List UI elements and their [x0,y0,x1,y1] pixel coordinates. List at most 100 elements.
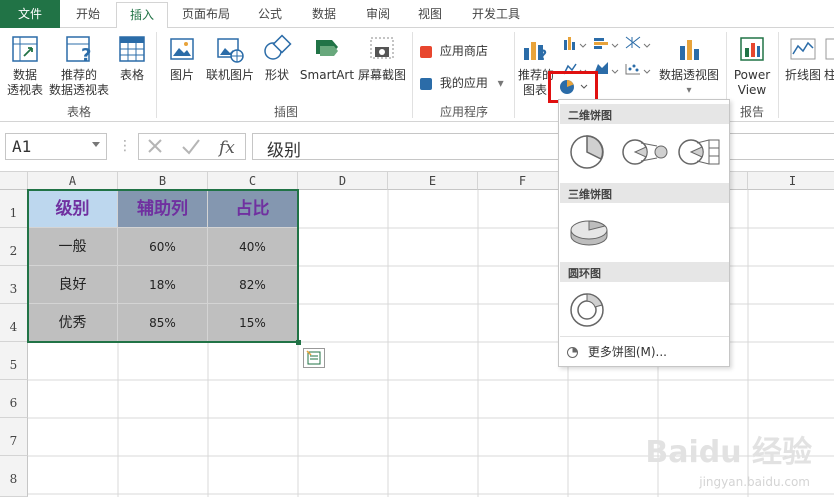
cell-c1[interactable]: 占比 [208,190,298,228]
group-reports-label: 报告 [739,105,764,119]
donut-option[interactable] [567,290,607,330]
recommended-pivot-label: 推荐的 数据透视表 [48,68,109,97]
column-sparkline-label: 柱 [824,68,834,82]
tab-review[interactable]: 审阅 [352,0,404,28]
column-header-d[interactable]: D [298,172,388,190]
row-header-2[interactable]: 2 [0,228,28,266]
quick-analysis-button[interactable] [303,348,325,368]
cell-a4[interactable]: 优秀 [28,304,118,342]
column-header-e[interactable]: E [388,172,478,190]
my-apps-button[interactable]: 我的应用 ▾ [420,74,504,91]
smartart-label: SmartArt [299,68,355,82]
screenshot-label: 屏幕截图 [357,68,406,82]
shapes-button[interactable]: 形状 [260,34,294,83]
column-chart-icon [564,37,587,50]
row-header-3[interactable]: 3 [0,266,28,304]
more-pie-charts-label: 更多饼图(M)... [587,345,667,359]
more-pie-charts-item[interactable]: 更多饼图(M)... [567,343,667,360]
group-separator [412,32,413,118]
column-header-a[interactable]: A [28,172,118,190]
chevron-down-icon: ▾ [497,76,504,90]
row-header-6[interactable]: 6 [0,380,28,418]
column-header-i[interactable]: I [748,172,834,190]
table-button[interactable]: 表格 [114,34,150,83]
line-sparkline-button[interactable]: 折线图 [782,34,824,83]
pie-2d-option[interactable] [567,132,607,172]
row-header-5[interactable]: 5 [0,342,28,380]
insert-function-icon[interactable]: fx [217,138,235,158]
smartart-button[interactable]: SmartArt [298,34,356,83]
formula-input[interactable]: 级别 [252,133,834,161]
picture-icon [170,38,194,60]
pivot-table-button[interactable]: 数据 透视表 [4,34,46,98]
row-header-8[interactable]: 8 [0,456,28,497]
group-separator [514,32,515,118]
power-view-icon [740,37,764,61]
row-header-1[interactable]: 1 [0,190,28,228]
column-header-f[interactable]: F [478,172,568,190]
recommended-charts-icon: ? [524,42,547,64]
screenshot-icon [370,37,394,59]
column-sparkline-button[interactable]: 柱 [824,34,834,83]
table-icon [119,36,145,62]
line-sparkline-icon [790,38,816,60]
cancel-icon[interactable] [148,139,162,153]
name-box-value: A1 [12,137,32,156]
pie-chart-button[interactable] [557,77,591,97]
power-view-button[interactable]: Power View [730,34,774,98]
online-pictures-button[interactable]: 联机图片 [202,34,258,83]
shapes-icon [264,34,292,60]
cell-b4[interactable]: 85% [118,304,208,342]
pie-3d-option[interactable] [567,212,611,252]
row-header-7[interactable]: 7 [0,418,28,456]
cell-a2[interactable]: 一般 [28,228,118,266]
tab-insert[interactable]: 插入 [116,2,168,29]
cell-a3[interactable]: 良好 [28,266,118,304]
tab-view[interactable]: 视图 [404,0,456,28]
more-icon: ⋮ [118,138,132,154]
tab-data[interactable]: 数据 [296,0,352,28]
power-view-label: Power View [733,68,771,97]
bar-chart-icon [594,38,619,49]
tab-formulas[interactable]: 公式 [244,0,296,28]
name-box[interactable]: A1 [5,133,107,160]
recommended-pivot-button[interactable]: ? 推荐的 数据透视表 [48,34,110,98]
cell-b2[interactable]: 60% [118,228,208,266]
excel-window: 文件 开始 插入 页面布局 公式 数据 审阅 视图 开发工具 数据 透视表 ? … [0,0,834,497]
cell-c2[interactable]: 40% [208,228,298,266]
tab-file[interactable]: 文件 [0,0,60,28]
cell-c3[interactable]: 82% [208,266,298,304]
app-store-button[interactable]: 应用商店 [420,42,488,59]
hierarchy-chart-icon [625,36,651,49]
pivot-chart-button[interactable]: 数据透视图 ▾ [656,34,722,98]
cell-b3[interactable]: 18% [118,266,208,304]
tab-page-layout[interactable]: 页面布局 [168,0,244,28]
pivot-table-label: 数据 透视表 [6,68,43,97]
pictures-button[interactable]: 图片 [164,34,200,83]
enter-icon[interactable] [182,139,200,155]
watermark-url: jingyan.baidu.com [699,475,810,489]
chevron-down-icon[interactable] [92,142,100,147]
select-all-corner[interactable] [0,172,28,190]
pivot-table-icon [12,36,38,62]
watermark-logo: Baidu 经验 [645,435,812,470]
cell-a1[interactable]: 级别 [28,190,118,228]
cell-b1[interactable]: 辅助列 [118,190,208,228]
pictures-label: 图片 [169,68,194,82]
donut-icon [570,293,604,327]
online-picture-icon [217,38,244,63]
my-apps-label: 我的应用 [439,76,488,90]
app-store-label: 应用商店 [439,44,488,58]
cell-c4[interactable]: 15% [208,304,298,342]
recommended-charts-button[interactable]: ? 推荐的 图表 [518,34,554,98]
fill-handle[interactable] [296,340,301,345]
column-header-c[interactable]: C [208,172,298,190]
pie-of-pie-option[interactable] [619,132,669,172]
tab-developer[interactable]: 开发工具 [456,0,536,28]
line-sparkline-label: 折线图 [784,68,821,82]
bar-of-pie-option[interactable] [675,132,725,172]
column-header-b[interactable]: B [118,172,208,190]
tab-home[interactable]: 开始 [60,0,116,28]
row-header-4[interactable]: 4 [0,304,28,342]
screenshot-button[interactable]: 屏幕截图 [356,34,408,83]
